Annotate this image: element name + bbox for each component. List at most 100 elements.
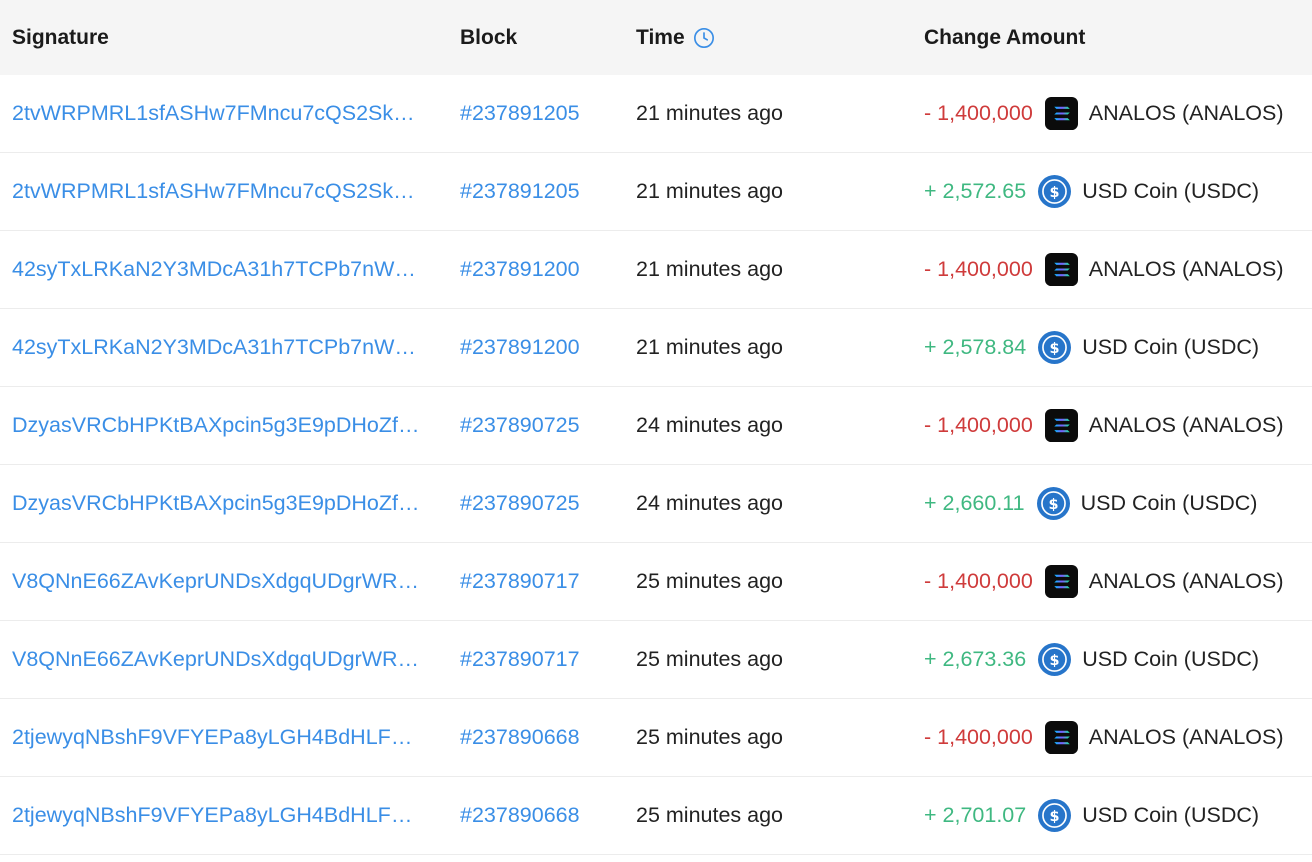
block-link[interactable]: #237890668 xyxy=(460,725,580,749)
signature-cell: 2tvWRPMRL1sfASHw7FMncu7cQS2Sk… xyxy=(0,101,448,126)
time-cell: 24 minutes ago xyxy=(624,413,912,438)
analos-icon[interactable] xyxy=(1033,409,1089,442)
time-text: 25 minutes ago xyxy=(636,569,784,593)
block-cell: #237891205 xyxy=(448,179,624,204)
time-cell: 21 minutes ago xyxy=(624,179,912,204)
token-name[interactable]: ANALOS (ANALOS) xyxy=(1089,257,1284,282)
block-link[interactable]: #237890717 xyxy=(460,647,580,671)
block-cell: #237891200 xyxy=(448,257,624,282)
time-text: 24 minutes ago xyxy=(636,413,784,437)
signature-link[interactable]: 42syTxLRKaN2Y3MDcA31h7TCPb7nW… xyxy=(12,257,420,282)
signature-link[interactable]: 2tvWRPMRL1sfASHw7FMncu7cQS2Sk… xyxy=(12,101,420,126)
change-amount-value: - 1,400,000 xyxy=(924,101,1033,125)
token-name[interactable]: USD Coin (USDC) xyxy=(1082,179,1259,204)
time-cell: 21 minutes ago xyxy=(624,257,912,282)
usdc-icon[interactable]: $ xyxy=(1026,643,1082,676)
signature-link[interactable]: 2tjewyqNBshF9VFYEPa8yLGH4BdHLFa… xyxy=(12,803,420,828)
time-cell: 25 minutes ago xyxy=(624,647,912,672)
token-name[interactable]: ANALOS (ANALOS) xyxy=(1089,413,1284,438)
table-row: V8QNnE66ZAvKeprUNDsXdgqUDgrWR… #23789071… xyxy=(0,621,1312,699)
time-text: 21 minutes ago xyxy=(636,101,784,125)
header-time-label: Time xyxy=(636,25,685,49)
change-amount-cell: + 2,578.84 $ USD Coin (USDC) xyxy=(912,331,1312,364)
time-text: 21 minutes ago xyxy=(636,257,784,281)
svg-text:$: $ xyxy=(1050,341,1060,357)
block-link[interactable]: #237890668 xyxy=(460,803,580,827)
time-text: 25 minutes ago xyxy=(636,725,784,749)
signature-link[interactable]: V8QNnE66ZAvKeprUNDsXdgqUDgrWR… xyxy=(12,569,420,594)
signature-cell: V8QNnE66ZAvKeprUNDsXdgqUDgrWR… xyxy=(0,647,448,672)
signature-link[interactable]: 2tvWRPMRL1sfASHw7FMncu7cQS2Sk… xyxy=(12,179,420,204)
token-name[interactable]: ANALOS (ANALOS) xyxy=(1089,569,1284,594)
time-text: 21 minutes ago xyxy=(636,335,784,359)
usdc-icon[interactable]: $ xyxy=(1026,799,1082,832)
signature-link[interactable]: DzyasVRCbHPKtBAXpcin5g3E9pDHoZf… xyxy=(12,413,420,438)
change-amount-value: + 2,572.65 xyxy=(924,179,1027,203)
analos-icon[interactable] xyxy=(1033,253,1089,286)
time-cell: 25 minutes ago xyxy=(624,725,912,750)
time-cell: 24 minutes ago xyxy=(624,491,912,516)
signature-link[interactable]: 2tjewyqNBshF9VFYEPa8yLGH4BdHLFa… xyxy=(12,725,420,750)
block-cell: #237890725 xyxy=(448,413,624,438)
change-amount-value: + 2,673.36 xyxy=(924,647,1027,671)
change-amount-value: + 2,660.11 xyxy=(924,491,1025,515)
block-cell: #237890725 xyxy=(448,491,624,516)
block-link[interactable]: #237890725 xyxy=(460,413,580,437)
table-row: 42syTxLRKaN2Y3MDcA31h7TCPb7nW… #23789120… xyxy=(0,309,1312,387)
signature-cell: 42syTxLRKaN2Y3MDcA31h7TCPb7nW… xyxy=(0,335,448,360)
signature-link[interactable]: DzyasVRCbHPKtBAXpcin5g3E9pDHoZf… xyxy=(12,491,420,516)
table-header: Signature Block Time Change Amount xyxy=(0,0,1312,75)
block-link[interactable]: #237890725 xyxy=(460,491,580,515)
signature-cell: 42syTxLRKaN2Y3MDcA31h7TCPb7nW… xyxy=(0,257,448,282)
usdc-icon[interactable]: $ xyxy=(1026,331,1082,364)
token-name[interactable]: USD Coin (USDC) xyxy=(1082,803,1259,828)
change-amount-value: - 1,400,000 xyxy=(924,569,1033,593)
block-cell: #237890668 xyxy=(448,725,624,750)
analos-icon[interactable] xyxy=(1033,721,1089,754)
token-name[interactable]: USD Coin (USDC) xyxy=(1082,647,1259,672)
change-amount-value: - 1,400,000 xyxy=(924,725,1033,749)
transactions-table: Signature Block Time Change Amount 2tvWR… xyxy=(0,0,1312,855)
svg-text:$: $ xyxy=(1048,497,1058,513)
table-row: DzyasVRCbHPKtBAXpcin5g3E9pDHoZf… #237890… xyxy=(0,465,1312,543)
change-amount-cell: - 1,400,000 ANALOS (ANALOS) xyxy=(912,97,1312,130)
block-link[interactable]: #237891200 xyxy=(460,335,580,359)
table-body: 2tvWRPMRL1sfASHw7FMncu7cQS2Sk… #23789120… xyxy=(0,75,1312,855)
usdc-icon[interactable]: $ xyxy=(1025,487,1081,520)
token-name[interactable]: ANALOS (ANALOS) xyxy=(1089,101,1284,126)
block-link[interactable]: #237891200 xyxy=(460,257,580,281)
time-cell: 25 minutes ago xyxy=(624,803,912,828)
time-cell: 21 minutes ago xyxy=(624,101,912,126)
change-amount-value: - 1,400,000 xyxy=(924,413,1033,437)
signature-cell: 2tjewyqNBshF9VFYEPa8yLGH4BdHLFa… xyxy=(0,725,448,750)
svg-text:$: $ xyxy=(1050,653,1060,669)
analos-icon[interactable] xyxy=(1033,97,1089,130)
signature-link[interactable]: 42syTxLRKaN2Y3MDcA31h7TCPb7nW… xyxy=(12,335,420,360)
analos-icon[interactable] xyxy=(1033,565,1089,598)
time-text: 25 minutes ago xyxy=(636,803,784,827)
signature-link[interactable]: V8QNnE66ZAvKeprUNDsXdgqUDgrWR… xyxy=(12,647,420,672)
token-name[interactable]: USD Coin (USDC) xyxy=(1081,491,1258,516)
block-link[interactable]: #237891205 xyxy=(460,179,580,203)
block-link[interactable]: #237890717 xyxy=(460,569,580,593)
token-name[interactable]: USD Coin (USDC) xyxy=(1082,335,1259,360)
table-row: 2tvWRPMRL1sfASHw7FMncu7cQS2Sk… #23789120… xyxy=(0,153,1312,231)
clock-icon[interactable] xyxy=(693,27,715,49)
change-amount-value: + 2,701.07 xyxy=(924,803,1027,827)
block-link[interactable]: #237891205 xyxy=(460,101,580,125)
change-amount-cell: - 1,400,000 ANALOS (ANALOS) xyxy=(912,721,1312,754)
block-cell: #237891205 xyxy=(448,101,624,126)
change-amount-cell: + 2,660.11 $ USD Coin (USDC) xyxy=(912,487,1312,520)
usdc-icon[interactable]: $ xyxy=(1026,175,1082,208)
table-row: DzyasVRCbHPKtBAXpcin5g3E9pDHoZf… #237890… xyxy=(0,387,1312,465)
table-row: 42syTxLRKaN2Y3MDcA31h7TCPb7nW… #23789120… xyxy=(0,231,1312,309)
signature-cell: DzyasVRCbHPKtBAXpcin5g3E9pDHoZf… xyxy=(0,413,448,438)
header-block: Block xyxy=(460,25,518,49)
table-row: V8QNnE66ZAvKeprUNDsXdgqUDgrWR… #23789071… xyxy=(0,543,1312,621)
change-amount-cell: + 2,673.36 $ USD Coin (USDC) xyxy=(912,643,1312,676)
change-amount-value: - 1,400,000 xyxy=(924,257,1033,281)
time-text: 25 minutes ago xyxy=(636,647,784,671)
token-name[interactable]: ANALOS (ANALOS) xyxy=(1089,725,1284,750)
signature-cell: V8QNnE66ZAvKeprUNDsXdgqUDgrWR… xyxy=(0,569,448,594)
change-amount-cell: + 2,701.07 $ USD Coin (USDC) xyxy=(912,799,1312,832)
